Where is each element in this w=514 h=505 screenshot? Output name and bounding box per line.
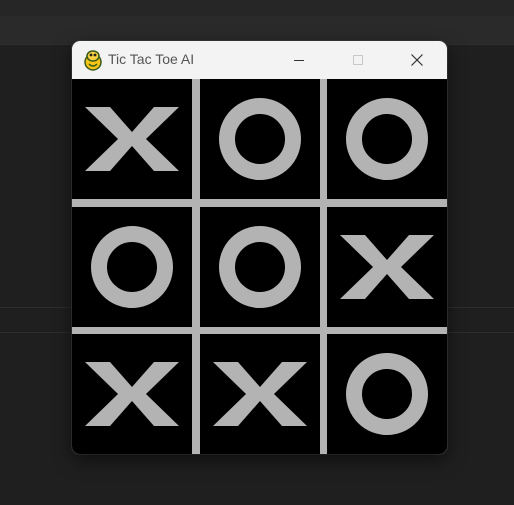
board-cell-1-0[interactable] xyxy=(72,206,192,327)
x-mark-icon xyxy=(340,234,434,299)
maximize-button[interactable] xyxy=(335,41,381,79)
close-button[interactable] xyxy=(394,41,440,79)
close-icon xyxy=(411,54,423,66)
board-cell-0-1[interactable] xyxy=(199,79,320,199)
window-title: Tic Tac Toe AI xyxy=(108,51,195,67)
o-mark-icon xyxy=(218,98,301,180)
maximize-icon xyxy=(353,55,363,65)
minimize-icon xyxy=(294,60,304,61)
python-snake-icon xyxy=(82,49,104,71)
board-cell-2-0[interactable] xyxy=(72,334,192,454)
x-mark-icon xyxy=(85,362,179,426)
desktop-strip xyxy=(0,16,514,44)
board-cell-2-1[interactable] xyxy=(199,334,320,454)
o-mark-icon xyxy=(91,225,173,308)
minimize-button[interactable] xyxy=(276,41,322,79)
x-mark-icon xyxy=(85,107,179,171)
game-board xyxy=(72,79,447,454)
board-cell-2-2[interactable] xyxy=(327,334,447,454)
board-cell-1-2[interactable] xyxy=(327,206,447,327)
title-bar[interactable]: Tic Tac Toe AI xyxy=(72,41,447,79)
board-cell-0-2[interactable] xyxy=(327,79,447,199)
o-mark-icon xyxy=(218,225,301,308)
o-mark-icon xyxy=(346,353,428,435)
board-cell-1-1[interactable] xyxy=(199,206,320,327)
x-mark-icon xyxy=(212,362,307,426)
app-window: Tic Tac Toe AI xyxy=(72,41,447,454)
o-mark-icon xyxy=(346,98,428,180)
board-cell-0-0[interactable] xyxy=(72,79,192,199)
